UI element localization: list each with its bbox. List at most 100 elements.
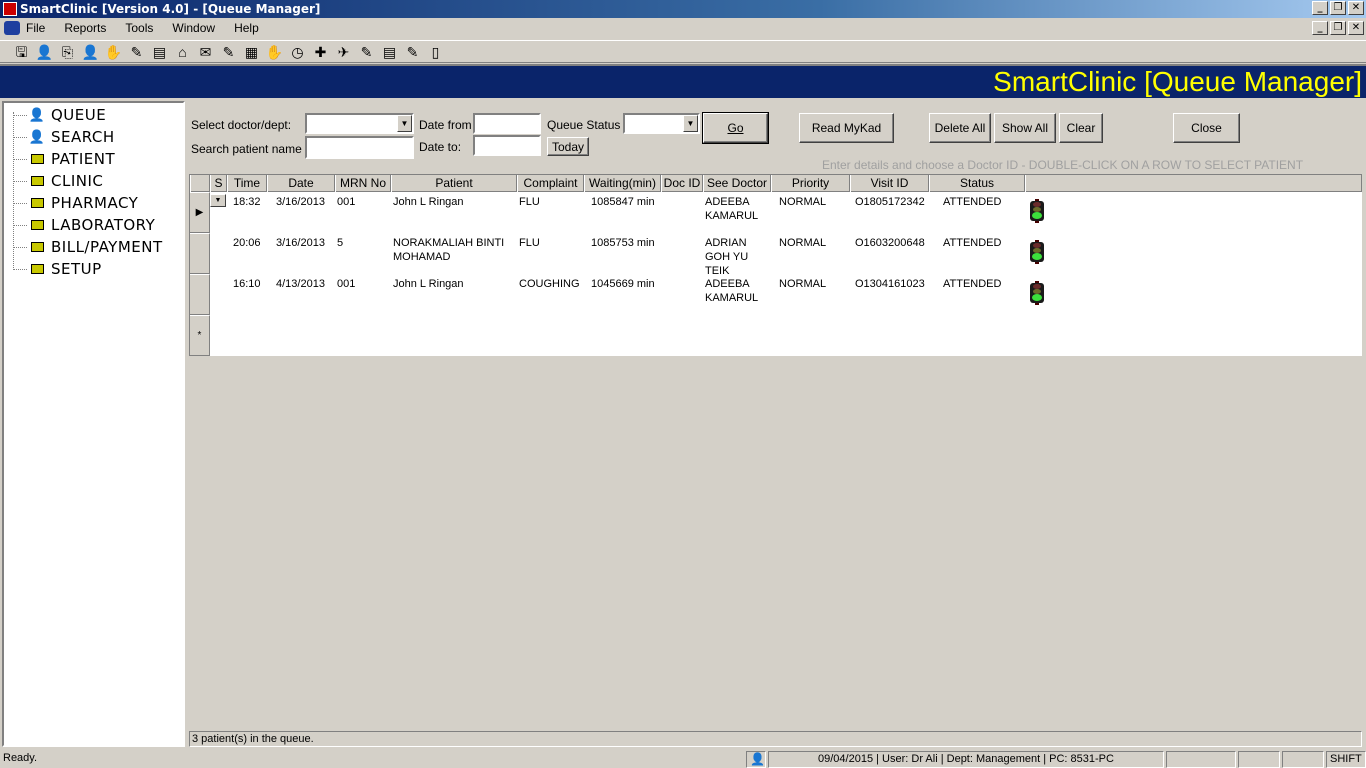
column-header-patient[interactable]: Patient — [391, 175, 517, 192]
tree-item-label: SETUP — [51, 260, 102, 278]
tree-item-label: PHARMACY — [51, 194, 139, 212]
date-from-input[interactable] — [473, 113, 541, 134]
column-header-complaint[interactable]: Complaint — [517, 175, 584, 192]
toolbar-icon-14[interactable]: ✚ — [309, 43, 332, 61]
document-icon[interactable] — [4, 21, 20, 35]
cell-visit-id: O1603200648 — [855, 237, 925, 249]
cell-status: ATTENDED — [943, 196, 1002, 208]
toolbar-icon-3[interactable]: ⎘ — [56, 43, 79, 61]
tree-item-setup[interactable]: SETUP — [4, 258, 102, 280]
cell-patient: John L Ringan — [393, 278, 464, 290]
column-header-indicator[interactable] — [1025, 175, 1362, 192]
header-band: SmartClinic [Queue Manager] — [0, 66, 1366, 98]
restore-button[interactable]: ❐ — [1330, 1, 1346, 15]
close-window-button[interactable]: ✕ — [1348, 1, 1364, 15]
cell-mrn: 001 — [337, 196, 356, 208]
toolbar-icon-10[interactable]: ✎ — [217, 43, 240, 61]
navigation-tree: 👤 QUEUE 👤 SEARCH PATIENT CLINIC PHARMACY… — [2, 101, 185, 747]
doctor-dept-label: Select doctor/dept: — [191, 118, 292, 132]
child-minimize-button[interactable]: _ — [1312, 21, 1328, 35]
toolbar-icon-17[interactable]: ▤ — [378, 43, 401, 61]
toolbar-icon-13[interactable]: ◷ — [286, 43, 309, 61]
toolbar-icon-1[interactable]: 🖫 — [10, 43, 33, 61]
column-header-waiting[interactable]: Waiting(min) — [584, 175, 661, 192]
status-shift: SHIFT — [1326, 751, 1366, 768]
chevron-down-icon[interactable]: ▼ — [210, 194, 226, 207]
toolbar-icon-6[interactable]: ✎ — [125, 43, 148, 61]
column-header-visit-id[interactable]: Visit ID — [850, 175, 929, 192]
menu-reports[interactable]: Reports — [64, 21, 112, 35]
toolbar-icon-2[interactable]: 👤 — [33, 43, 56, 61]
toolbar: 🖫 👤 ⎘ 👤 ✋ ✎ ▤ ⌂ ✉ ✎ ▦ ✋ ◷ ✚ ✈ ✎ ▤ ✎ ▯ — [0, 40, 1366, 63]
queue-status-select[interactable]: ▼ — [623, 113, 700, 134]
cell-time: 20:06 — [233, 237, 261, 249]
chevron-down-icon[interactable]: ▼ — [397, 115, 412, 132]
toolbar-icon-18[interactable]: ✎ — [401, 43, 424, 61]
toolbar-icon-19[interactable]: ▯ — [424, 43, 447, 61]
toolbar-icon-7[interactable]: ▤ — [148, 43, 171, 61]
tree-item-label: BILL/PAYMENT — [51, 238, 163, 256]
title-bar: SmartClinic [Version 4.0] - [Queue Manag… — [0, 0, 1366, 18]
status-bar: Ready. 👤 09/04/2015 | User: Dr Ali | Dep… — [0, 750, 1366, 768]
minimize-button[interactable]: _ — [1312, 1, 1328, 15]
doctor-dept-select[interactable]: ▼ — [305, 113, 414, 134]
column-header-status[interactable]: Status — [929, 175, 1025, 192]
traffic-light-icon — [1029, 199, 1045, 223]
tree-item-label: CLINIC — [51, 172, 104, 190]
date-to-input[interactable] — [473, 135, 541, 156]
cell-priority: NORMAL — [779, 196, 827, 208]
tree-item-queue[interactable]: 👤 QUEUE — [4, 104, 106, 126]
search-patient-input[interactable] — [305, 136, 414, 159]
table-row[interactable]: 16:10 4/13/2013 001 John L Ringan COUGHING 10… — [210, 274, 1362, 315]
menu-help[interactable]: Help — [234, 21, 265, 35]
menu-window[interactable]: Window — [172, 21, 221, 35]
read-mykad-button[interactable]: Read MyKad — [799, 113, 894, 143]
traffic-light-icon — [1029, 240, 1045, 264]
menu-file[interactable]: File — [26, 21, 51, 35]
toolbar-icon-12[interactable]: ✋ — [263, 43, 286, 61]
column-header-s[interactable]: S — [210, 175, 227, 192]
child-close-button[interactable]: ✕ — [1348, 21, 1364, 35]
column-header-mrn[interactable]: MRN No — [335, 175, 391, 192]
row-selector[interactable] — [190, 233, 210, 274]
toolbar-icon-5[interactable]: ✋ — [102, 43, 125, 61]
clear-button[interactable]: Clear — [1059, 113, 1103, 143]
grid-empty-area — [189, 356, 1362, 731]
row-selector-current-arrow-icon[interactable]: ▶ — [190, 192, 210, 233]
toolbar-icon-4[interactable]: 👤 — [79, 43, 102, 61]
date-from-label: Date from — [419, 118, 472, 132]
column-header-time[interactable]: Time — [227, 175, 267, 192]
toolbar-icon-15[interactable]: ✈ — [332, 43, 355, 61]
tree-item-laboratory[interactable]: LABORATORY — [4, 214, 155, 236]
column-header-priority[interactable]: Priority — [771, 175, 850, 192]
tree-item-pharmacy[interactable]: PHARMACY — [4, 192, 138, 214]
chevron-down-icon[interactable]: ▼ — [683, 115, 698, 132]
tree-item-bill-payment[interactable]: BILL/PAYMENT — [4, 236, 163, 258]
queue-grid: S Time Date MRN No Patient Complaint Wai… — [189, 174, 1362, 356]
toolbar-icon-9[interactable]: ✉ — [194, 43, 217, 61]
row-selector[interactable] — [190, 274, 210, 315]
column-header-date[interactable]: Date — [267, 175, 335, 192]
toolbar-icon-16[interactable]: ✎ — [355, 43, 378, 61]
cell-waiting: 1085753 min — [591, 237, 655, 249]
table-row[interactable]: 20:06 3/16/2013 5 NORAKMALIAH BINTI MOHAMAD… — [210, 233, 1362, 277]
tree-item-patient[interactable]: PATIENT — [4, 148, 115, 170]
new-row-selector[interactable]: * — [190, 315, 210, 356]
toolbar-icon-8[interactable]: ⌂ — [171, 43, 194, 61]
show-all-button[interactable]: Show All — [994, 113, 1056, 143]
tree-item-clinic[interactable]: CLINIC — [4, 170, 103, 192]
delete-all-button[interactable]: Delete All — [929, 113, 991, 143]
toolbar-icon-11[interactable]: ▦ — [240, 43, 263, 61]
queue-count: 3 patient(s) in the queue. — [189, 731, 1362, 747]
menu-tools[interactable]: Tools — [125, 21, 159, 35]
status-panel-empty — [1238, 751, 1280, 768]
today-button[interactable]: Today — [547, 137, 589, 156]
column-header-doc-id[interactable]: Doc ID — [661, 175, 703, 192]
go-button[interactable]: Go — [702, 112, 769, 144]
page-title: SmartClinic [Queue Manager] — [993, 66, 1362, 97]
child-restore-button[interactable]: ❐ — [1330, 21, 1346, 35]
column-header-see-doctor[interactable]: See Doctor — [703, 175, 771, 192]
close-button[interactable]: Close — [1173, 113, 1240, 143]
table-row[interactable]: ▼ 18:32 3/16/2013 001 John L Ringan FLU 108584… — [210, 192, 1362, 233]
tree-item-search[interactable]: 👤 SEARCH — [4, 126, 115, 148]
